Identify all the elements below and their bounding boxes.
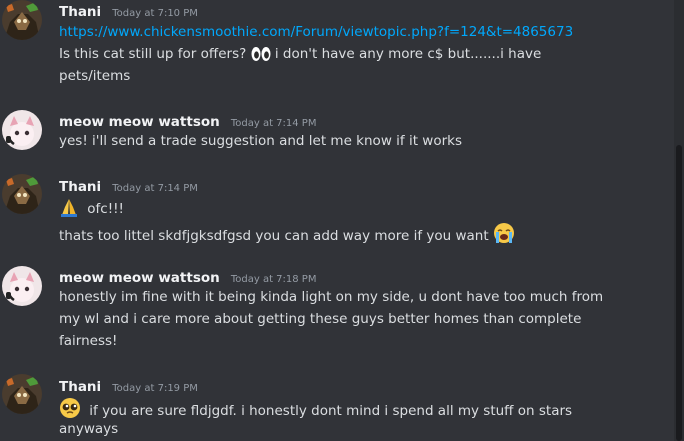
author-name[interactable]: Thani <box>59 379 101 395</box>
avatar-thani[interactable] <box>2 0 42 40</box>
message-text: pets/items <box>59 68 131 84</box>
message-text: yes! i'll send a trade suggestion and le… <box>59 133 462 149</box>
message-text-line: fairness! <box>59 331 117 351</box>
message-text-line: my wl and i care more about getting thes… <box>59 309 581 329</box>
author-name[interactable]: Thani <box>59 179 101 195</box>
message-text-line: honestly im fine with it being kinda lig… <box>59 287 603 307</box>
message-text: fairness! <box>59 333 118 349</box>
author-name[interactable]: meow meow wattson <box>59 114 220 130</box>
scrollbar-track[interactable] <box>674 0 684 441</box>
loudly-crying-emoji-icon <box>493 222 515 250</box>
message-text: thats too littel skdfjgksdfgsd you can a… <box>59 228 489 244</box>
message-header: Thani Today at 7:19 PM <box>59 376 198 395</box>
timestamp: Today at 7:14 PM <box>230 118 317 129</box>
avatar-thani[interactable] <box>2 174 42 214</box>
eyes-emoji-icon <box>251 46 271 68</box>
avatar-thani[interactable] <box>2 374 42 414</box>
message-text-line: thats too littel skdfjgksdfgsd you can a… <box>59 222 515 250</box>
message-text-line: ofc!!! <box>59 197 124 223</box>
avatar-meow[interactable] <box>2 110 42 150</box>
message-text: my wl and i care more about getting thes… <box>59 311 582 327</box>
folded-hands-emoji-icon <box>59 197 79 223</box>
message-text-line: if you are sure fldjgdf. i honestly dont… <box>59 397 572 425</box>
message-text: anyways <box>59 421 119 437</box>
message-header: Thani Today at 7:10 PM <box>59 1 198 20</box>
message-header: meow meow wattson Today at 7:18 PM <box>59 267 316 286</box>
avatar-meow[interactable] <box>2 266 42 306</box>
scrollbar-thumb[interactable] <box>676 145 682 441</box>
message-header: meow meow wattson Today at 7:14 PM <box>59 111 316 130</box>
message-list: Thani Today at 7:10 PM https://www.chick… <box>0 0 674 441</box>
timestamp: Today at 7:14 PM <box>112 183 198 194</box>
author-name[interactable]: meow meow wattson <box>59 270 220 286</box>
forum-link[interactable]: https://www.chickensmoothie.com/Forum/vi… <box>59 24 573 40</box>
message-text: i don't have any more c$ but.......i hav… <box>274 46 542 62</box>
message-text: ofc!!! <box>87 201 124 217</box>
message-text: if you are sure fldjgdf. i honestly dont… <box>89 403 573 419</box>
message-link-line: https://www.chickensmoothie.com/Forum/vi… <box>59 22 573 42</box>
message-text-line: Is this cat still up for offers? i don't… <box>59 44 541 68</box>
timestamp: Today at 7:18 PM <box>230 274 317 285</box>
message-text-line: pets/items <box>59 66 130 86</box>
message-text-line: yes! i'll send a trade suggestion and le… <box>59 131 462 151</box>
message-header: Thani Today at 7:14 PM <box>59 176 198 195</box>
message-text-line: anyways <box>59 419 118 439</box>
message-text: honestly im fine with it being kinda lig… <box>59 289 604 305</box>
author-name[interactable]: Thani <box>59 4 101 20</box>
timestamp: Today at 7:10 PM <box>112 8 198 19</box>
timestamp: Today at 7:19 PM <box>112 383 198 394</box>
message-text: Is this cat still up for offers? <box>59 46 247 62</box>
